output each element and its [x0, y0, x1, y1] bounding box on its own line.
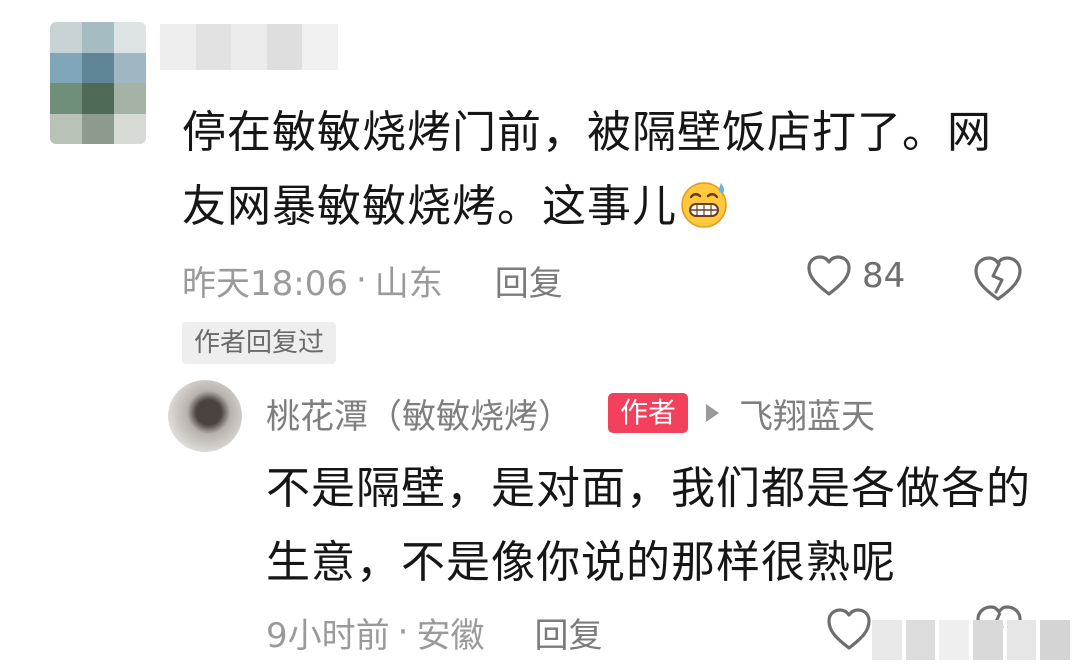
reply-body: 不是隔壁，是对面，我们都是各做各的生意，不是像你说的那样很熟呢 [266, 463, 1031, 588]
heart-outline-icon [807, 255, 851, 296]
author-tag: 作者 [608, 393, 689, 433]
meta-separator: · [355, 260, 367, 300]
heart-outline-icon[interactable] [826, 606, 872, 652]
comment-meta: 昨天18:06 · 山东 回复 [182, 250, 563, 310]
commenter-avatar[interactable] [50, 22, 146, 144]
commenter-name-blurred[interactable] [160, 24, 338, 70]
like-count: 84 [862, 256, 906, 296]
meta-separator: · [397, 612, 409, 652]
reply-header: 桃花潭（敏敏烧烤） 作者 飞翔蓝天 [266, 388, 875, 438]
reply-username[interactable]: 桃花潭（敏敏烧烤） [266, 389, 572, 438]
comment-thread: 停在敏敏烧烤门前，被隔壁饭店打了。网友网暴敏敏烧烤。这事儿 昨天18:06 · … [0, 0, 1080, 672]
reply-location: 安徽 [416, 615, 485, 656]
comment-text: 停在敏敏烧烤门前，被隔壁饭店打了。网友网暴敏敏烧烤。这事儿 [182, 107, 992, 232]
comment-body: 停在敏敏烧烤门前，被隔壁饭店打了。网友网暴敏敏烧烤。这事儿 [182, 96, 1022, 244]
reply-reply-button[interactable]: 回复 [534, 608, 602, 657]
watermark-obscured [872, 620, 1071, 660]
reply-time: 9小时前 [266, 615, 390, 656]
reply-target-username[interactable]: 飞翔蓝天 [739, 389, 875, 438]
reply-meta: 9小时前 · 安徽 回复 [266, 604, 602, 660]
broken-heart-icon[interactable] [972, 254, 1024, 304]
comment-time: 昨天18:06 [182, 263, 348, 304]
reply-button[interactable]: 回复 [495, 256, 563, 305]
grinning-sweat-emoji-icon [681, 182, 727, 228]
author-replied-badge[interactable]: 作者回复过 [182, 322, 337, 364]
play-arrow-icon [706, 404, 720, 422]
like-button[interactable]: 84 [806, 254, 905, 298]
reply-avatar[interactable] [168, 380, 242, 452]
comment-location: 山东 [374, 263, 443, 304]
